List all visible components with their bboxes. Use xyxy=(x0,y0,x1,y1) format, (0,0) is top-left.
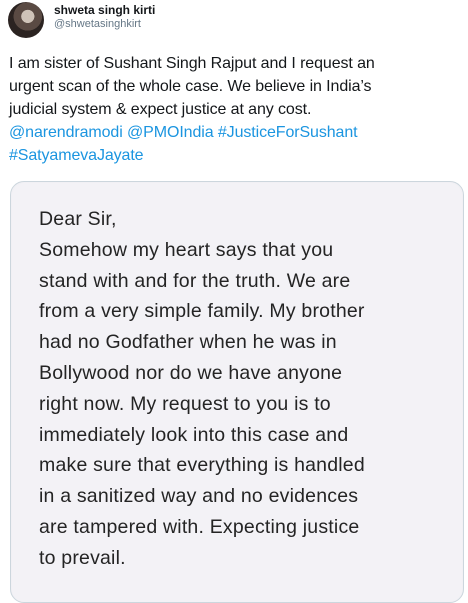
tweet-text-line: urgent scan of the whole case. We believ… xyxy=(9,78,372,95)
letter-line: stand with and for the truth. We are xyxy=(39,269,351,292)
tweet-text: I am sister of Sushant Singh Rajput and … xyxy=(9,52,461,167)
letter-line: Somehow my heart says that you xyxy=(39,238,334,261)
hashtag-satyamevajayate[interactable]: #SatyamevaJayate xyxy=(9,147,144,164)
tweet-text-line: I am sister of Sushant Singh Rajput and … xyxy=(9,55,375,72)
tweet-links-line: @narendramodi @PMOIndia #JusticeForSusha… xyxy=(9,121,461,144)
letter-note: Dear Sir, Somehow my heart says that you… xyxy=(12,183,462,602)
letter-line: are tampered with. Expecting justice xyxy=(39,515,360,538)
letter-text: Dear Sir, Somehow my heart says that you… xyxy=(39,204,439,574)
letter-line: right now. My request to you is to xyxy=(39,392,331,415)
avatar[interactable] xyxy=(8,2,44,38)
letter-line: immediately look into this case and xyxy=(39,423,349,446)
mention-pmoindia[interactable]: @PMOIndia xyxy=(127,124,214,141)
letter-line: had no Godfather when he was in xyxy=(39,331,337,354)
tweet: shweta singh kirti @shwetasinghkirt I am… xyxy=(0,0,468,603)
letter-line: Dear Sir, xyxy=(39,208,117,230)
letter-line: make sure that everything is handled xyxy=(39,454,365,477)
tweet-header: shweta singh kirti @shwetasinghkirt xyxy=(8,0,155,40)
tweet-text-line: judicial system & expect justice at any … xyxy=(9,101,312,118)
hashtag-justiceforsushant[interactable]: #JusticeForSushant xyxy=(218,124,358,141)
user-handle[interactable]: @shwetasinghkirt xyxy=(54,17,155,31)
mention-narendramodi[interactable]: @narendramodi xyxy=(9,124,123,141)
author-names[interactable]: shweta singh kirti @shwetasinghkirt xyxy=(54,3,155,31)
tweet-links-line: #SatyamevaJayate xyxy=(9,144,461,167)
letter-line: in a sanitized way and no evidences xyxy=(39,485,359,508)
tweet-media-image[interactable]: Dear Sir, Somehow my heart says that you… xyxy=(10,181,464,603)
display-name[interactable]: shweta singh kirti xyxy=(54,3,155,17)
letter-line: Bollywood nor do we have anyone xyxy=(39,361,343,384)
letter-line: from a very simple family. My brother xyxy=(39,300,365,323)
letter-line: to prevail. xyxy=(39,546,126,569)
